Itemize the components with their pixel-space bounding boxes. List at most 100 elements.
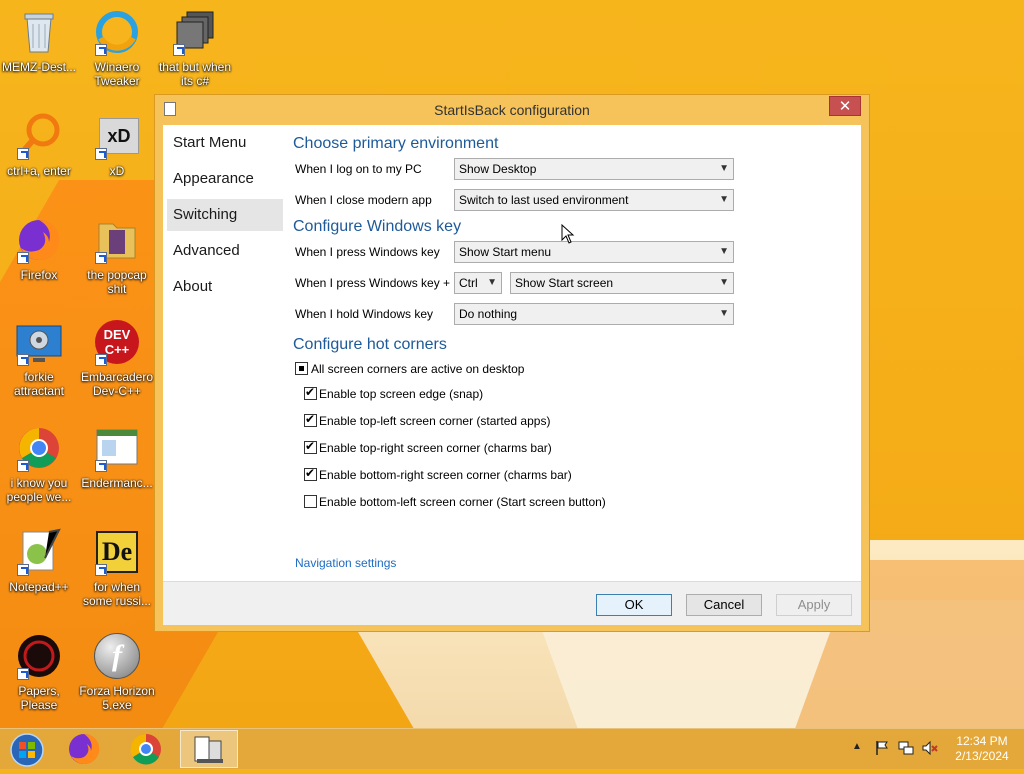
desktop-icon-xd[interactable]: xD xD [79, 112, 155, 178]
winkey-heading: Configure Windows key [293, 218, 462, 235]
all-corners-checkbox[interactable] [295, 362, 308, 375]
desktop-icon-memz[interactable]: MEMZ-Dest... [1, 8, 77, 74]
devcpp-icon: DEV C++ [93, 318, 141, 366]
chevron-down-icon: ▼ [719, 194, 729, 205]
tab-appearance[interactable]: Appearance [167, 163, 283, 195]
desktop-icon-label: MEMZ-Dest... [2, 60, 76, 74]
clock[interactable]: 12:34 PM 2/13/2024 [944, 734, 1020, 764]
magnifier-icon [15, 112, 63, 160]
start-button[interactable] [0, 730, 52, 768]
chevron-down-icon: ▼ [719, 277, 729, 288]
folder-icon [93, 216, 141, 264]
chevron-down-icon: ▼ [487, 277, 497, 288]
desktop-icon-forza[interactable]: f Forza Horizon 5.exe [79, 632, 155, 712]
dialog-footer: OK Cancel Apply [163, 581, 861, 625]
hot-corners-heading: Configure hot corners [293, 336, 447, 353]
desktop-icon-label: Winaero Tweaker [94, 60, 140, 88]
winkey-hold-label: When I hold Windows key [295, 307, 434, 321]
taskbar-chrome[interactable] [120, 730, 172, 768]
bottom-left-label: Enable bottom-left screen corner (Start … [319, 495, 606, 509]
desktop-icon-popcap[interactable]: the popcap shit [79, 216, 155, 296]
close-app-select[interactable]: Switch to last used environment ▼ [454, 189, 734, 211]
desktop-icon-devcpp[interactable]: DEV C++ Embarcadero Dev-C++ [79, 318, 155, 398]
settings-monitor-icon [15, 318, 63, 366]
close-app-label: When I close modern app [295, 193, 432, 207]
bottom-left-checkbox[interactable] [304, 495, 317, 508]
desktop-icon-label: Embarcadero Dev-C++ [80, 370, 154, 398]
mouse-cursor [561, 223, 575, 249]
taskbar-startisback[interactable] [180, 730, 238, 768]
desktop-icon-winaero[interactable]: Winaero Tweaker [79, 8, 155, 88]
primary-env-heading: Choose primary environment [293, 135, 499, 152]
window-title: StartIsBack configuration [434, 102, 590, 118]
desktop-icon-endermanch[interactable]: Endermanc... [79, 424, 155, 490]
firefox-icon [15, 216, 63, 264]
winkey-plus-label: When I press Windows key + [295, 276, 451, 290]
desktop-icon-papers-please[interactable]: Papers, Please [1, 632, 77, 712]
desktop-icon-chrome-link[interactable]: i know you people we... [1, 424, 77, 504]
recycle-bin-icon [15, 8, 63, 56]
desktop-icon-ctrl-a-enter[interactable]: ctrl+a, enter [1, 112, 77, 178]
chevron-down-icon: ▼ [719, 246, 729, 257]
top-left-checkbox[interactable] [304, 412, 317, 427]
modifier-select[interactable]: Ctrl ▼ [454, 272, 502, 294]
dialog-client: Start Menu Appearance Switching Advanced… [163, 125, 861, 625]
volume-muted-icon[interactable] [922, 740, 938, 759]
apply-button[interactable]: Apply [776, 594, 852, 616]
desktop-icon-label: Papers, Please [18, 684, 60, 712]
desktop-icon-label: Firefox [20, 268, 58, 282]
flag-icon[interactable] [874, 740, 890, 759]
close-button[interactable]: ✕ [829, 96, 861, 116]
logon-label: When I log on to my PC [295, 162, 422, 176]
desktop-icon-label: ctrl+a, enter [7, 164, 71, 178]
desktop-icon-label: i know you people we... [6, 476, 72, 504]
all-corners-label: All screen corners are active on desktop [311, 362, 525, 376]
taskbar: ▲ 12:34 PM 2/13/2024 [0, 728, 1024, 769]
notepadpp-icon [15, 528, 63, 576]
papers-please-icon [15, 632, 63, 680]
desktop-icon-label: for when some russi... [82, 580, 151, 608]
clock-date: 2/13/2024 [955, 749, 1009, 763]
clock-time: 12:34 PM [956, 734, 1008, 748]
desktop-icon-csharp[interactable]: that but when its c# [157, 8, 233, 88]
winkey-hold-select[interactable]: Do nothing ▼ [454, 303, 734, 325]
desktop-icon-russian[interactable]: De for when some russi... [79, 528, 155, 608]
winkey-combo-select[interactable]: Show Start screen ▼ [510, 272, 734, 294]
top-edge-checkbox[interactable] [304, 385, 317, 400]
taskbar-firefox[interactable] [58, 730, 110, 768]
navigation-settings-link[interactable]: Navigation settings [295, 556, 396, 570]
top-right-checkbox[interactable] [304, 439, 317, 454]
tray-expand-icon[interactable]: ▲ [852, 741, 862, 752]
tab-advanced[interactable]: Advanced [167, 235, 283, 267]
winkey-press-label: When I press Windows key [295, 245, 440, 259]
chrome-icon [15, 424, 63, 472]
flash-icon: f [93, 632, 141, 680]
desktop-icon-forkie[interactable]: forkie attractant [1, 318, 77, 398]
desktop-icon-label: the popcap shit [87, 268, 147, 296]
desktop-icon-label: forkie attractant [13, 370, 65, 398]
desktop-icon-label: that but when its c# [158, 60, 232, 88]
logon-select[interactable]: Show Desktop ▼ [454, 158, 734, 180]
top-edge-label: Enable top screen edge (snap) [319, 387, 484, 401]
desktop-icon-label: Endermanc... [81, 476, 153, 490]
desktop-icon-notepadpp[interactable]: Notepad++ [1, 528, 77, 594]
title-bar[interactable]: StartIsBack configuration ✕ [155, 95, 869, 125]
bottom-right-checkbox[interactable] [304, 466, 317, 481]
network-icon[interactable] [898, 740, 914, 759]
cancel-button[interactable]: Cancel [686, 594, 762, 616]
desktop-icon-label: xD [109, 164, 125, 178]
hxd-icon: xD [93, 112, 141, 160]
desktop-icon-label: Notepad++ [9, 580, 69, 594]
de-badge-icon: De [93, 528, 141, 576]
bottom-right-label: Enable bottom-right screen corner (charm… [319, 468, 572, 482]
tab-about[interactable]: About [167, 271, 283, 303]
startisback-dialog: StartIsBack configuration ✕ Start Menu A… [154, 94, 870, 632]
tab-switching[interactable]: Switching [167, 199, 283, 231]
winkey-press-select[interactable]: Show Start menu ▼ [454, 241, 734, 263]
tab-start-menu[interactable]: Start Menu [167, 127, 283, 159]
desktop-icon-firefox[interactable]: Firefox [1, 216, 77, 282]
ok-button[interactable]: OK [596, 594, 672, 616]
winaero-icon [93, 8, 141, 56]
top-left-label: Enable top-left screen corner (started a… [319, 414, 551, 428]
window-app-icon [93, 424, 141, 472]
